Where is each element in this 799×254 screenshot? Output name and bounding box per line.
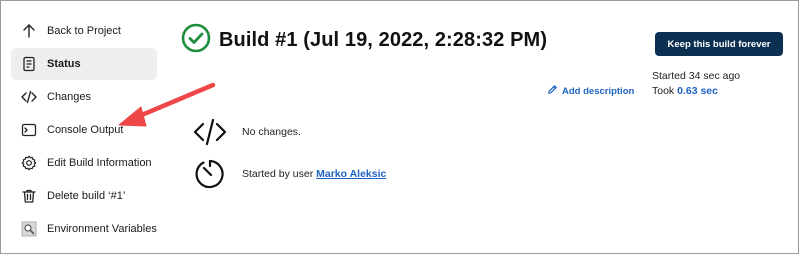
no-changes-text: No changes. [242,126,301,138]
code-icon [21,89,37,105]
sidebar-item-label: Edit Build Information [47,157,152,169]
sidebar-item-label: Status [47,58,81,70]
sidebar-item-changes[interactable]: Changes [11,81,157,113]
user-link[interactable]: Marko Aleksic [316,168,386,180]
sidebar-item-console-output[interactable]: Console Output [11,114,157,146]
cause-summary: Started by user Marko Aleksic [193,157,386,191]
sidebar-item-edit-build-information[interactable]: Edit Build Information [11,147,157,179]
keep-build-forever-button[interactable]: Keep this build forever [655,32,783,56]
add-description-label: Add description [562,85,635,97]
trash-icon [21,188,37,204]
gear-icon [21,155,37,171]
sidebar-item-label: Back to Project [47,25,121,37]
took-prefix: Took [652,85,678,97]
add-description-link[interactable]: Add description [547,84,634,98]
started-by-text: Started by user Marko Aleksic [242,168,386,180]
code-icon [193,115,227,149]
sidebar-item-label: Changes [47,91,92,103]
build-page: Back to Project Status Changes Console O… [0,0,799,254]
sidebar: Back to Project Status Changes Console O… [11,15,157,246]
document-icon [21,56,37,72]
duration-link[interactable]: 0.63 sec [677,85,718,97]
build-header: Build #1 (Jul 19, 2022, 2:28:32 PM) [181,23,547,58]
success-check-icon [181,23,211,58]
changes-summary: No changes. [193,115,301,149]
sidebar-item-delete-build[interactable]: Delete build ‘#1’ [11,180,157,212]
sidebar-item-label: Environment Variables [47,223,157,235]
started-ago-text: Started 34 sec ago [652,70,741,82]
arrow-up-icon [21,23,37,39]
build-duration: Took 0.63 sec [652,85,718,97]
timer-icon [193,157,227,191]
magnifier-icon [21,221,37,237]
sidebar-item-back-to-project[interactable]: Back to Project [11,15,157,47]
sidebar-item-label: Console Output [47,124,124,136]
pencil-icon [547,84,562,98]
terminal-icon [21,122,37,138]
started-by-prefix: Started by user [242,168,317,180]
sidebar-item-environment-variables[interactable]: Environment Variables [11,213,157,245]
sidebar-item-status[interactable]: Status [11,48,157,80]
page-title: Build #1 (Jul 19, 2022, 2:28:32 PM) [219,29,548,51]
sidebar-item-label: Delete build ‘#1’ [47,190,126,202]
